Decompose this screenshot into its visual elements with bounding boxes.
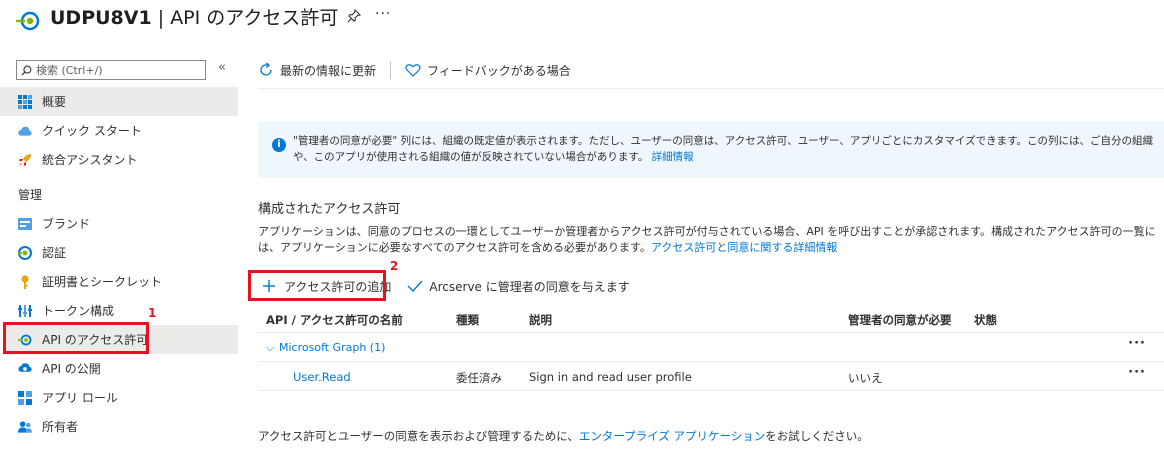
api-group-row[interactable]: ⌵ Microsoft Graph (1) ··· — [258, 334, 1164, 362]
sidebar-item-label: 概要 — [42, 95, 67, 109]
more-options-button[interactable]: ··· — [375, 6, 391, 22]
group-more-button[interactable]: ··· — [1128, 336, 1146, 351]
cloud-quickstart-icon — [18, 124, 32, 138]
info-banner: i "管理者の同意が必要" 列には、組織の既定値が表示されます。ただし、ユーザー… — [258, 121, 1164, 178]
sidebar-item-authentication[interactable]: 認証 — [0, 238, 238, 267]
permission-name-link[interactable]: User.Read — [293, 370, 351, 384]
cloud-expose-icon — [18, 362, 32, 376]
sidebar-item-certificates[interactable]: 証明書とシークレット — [0, 267, 238, 296]
sidebar-item-expose-api[interactable]: API の公開 — [0, 354, 238, 383]
sidebar-item-label: 所有者 — [42, 420, 79, 434]
info-text: "管理者の同意が必要" 列には、組織の既定値が表示されます。ただし、ユーザーの同… — [293, 133, 1159, 165]
sidebar-item-label: API の公開 — [42, 362, 101, 376]
admin-consent-required: いいえ — [848, 371, 883, 385]
key-icon — [18, 274, 32, 289]
sidebar-item-branding[interactable]: ブランド — [0, 209, 238, 238]
owners-icon — [18, 420, 32, 434]
info-icon: i — [272, 138, 286, 152]
overview-grid-icon — [18, 94, 32, 109]
command-bar: 最新の情報に更新 フィードバックがある場合 — [258, 58, 571, 82]
annotation-highlight-box — [3, 322, 149, 354]
permissions-table-header: API / アクセス許可の名前 種類 説明 管理者の同意が必要 状態 — [258, 306, 1164, 333]
search-icon — [21, 65, 32, 76]
configured-permissions-description: アプリケーションは、同意のプロセスの一環としてユーザーか管理者からアクセス許可が… — [258, 224, 1158, 256]
sidebar-item-overview[interactable]: 概要 — [0, 87, 238, 116]
table-row: User.Read 委任済み Sign in and read user pro… — [258, 363, 1164, 391]
enterprise-applications-link[interactable]: エンタープライズ アプリケーション — [579, 429, 765, 443]
title-separator: | — [151, 7, 171, 29]
grant-admin-consent-button[interactable]: Arcserve に管理者の同意を与えます — [407, 278, 630, 295]
section-manage-label: 管理 — [18, 188, 43, 202]
sidebar-item-label: トークン構成 — [42, 304, 115, 318]
info-message: "管理者の同意が必要" 列には、組織の既定値が表示されます。ただし、ユーザーの同… — [293, 135, 1154, 163]
search-input[interactable] — [36, 63, 196, 77]
app-registration-icon — [16, 11, 40, 31]
feedback-label: フィードバックがある場合 — [427, 63, 571, 78]
checkmark-icon — [407, 280, 423, 293]
annotation-number: 2 — [390, 259, 399, 273]
collapse-sidebar-button[interactable]: « — [218, 60, 226, 75]
page-title: UDPU8V1 | API のアクセス許可 — [50, 3, 338, 30]
sidebar-item-owners[interactable]: 所有者 — [0, 412, 238, 441]
permission-description: Sign in and read user profile — [529, 370, 692, 384]
sidebar-item-token-config[interactable]: トークン構成 — [0, 296, 238, 325]
rocket-icon — [18, 153, 32, 167]
branding-icon — [18, 217, 32, 231]
sidebar-item-label: クイック スタート — [42, 124, 142, 138]
sidebar-item-label: アプリ ロール — [42, 391, 118, 405]
search-box[interactable] — [16, 60, 206, 80]
refresh-button[interactable]: 最新の情報に更新 — [258, 62, 376, 79]
footer-suffix: をお試しください。 — [765, 429, 869, 443]
configured-permissions-heading: 構成されたアクセス許可 — [258, 202, 401, 217]
column-header-description[interactable]: 説明 — [529, 312, 552, 328]
page-name: API のアクセス許可 — [170, 7, 339, 29]
footer-note: アクセス許可とユーザーの同意を表示および管理するために、エンタープライズ アプリ… — [258, 428, 869, 444]
sidebar-item-label: 統合アシスタント — [42, 153, 138, 167]
grant-admin-consent-label: Arcserve に管理者の同意を与えます — [429, 279, 630, 294]
permission-type: 委任済み — [456, 371, 502, 385]
column-header-status[interactable]: 状態 — [974, 312, 997, 328]
learn-more-link[interactable]: 詳細情報 — [652, 151, 694, 163]
row-more-button[interactable]: ··· — [1128, 365, 1146, 380]
permissions-consent-link[interactable]: アクセス許可と同意に関する詳細情報 — [651, 241, 837, 254]
sidebar-item-app-roles[interactable]: アプリ ロール — [0, 383, 238, 412]
column-header-name[interactable]: API / アクセス許可の名前 — [266, 312, 403, 328]
api-group-name[interactable]: Microsoft Graph (1) — [279, 341, 385, 354]
sidebar-item-integration-assistant[interactable]: 統合アシスタント — [0, 145, 238, 174]
heart-icon — [405, 64, 421, 77]
refresh-label: 最新の情報に更新 — [280, 63, 377, 78]
annotation-highlight-box — [248, 270, 386, 301]
column-header-admin-consent[interactable]: 管理者の同意が必要 — [848, 312, 952, 328]
sidebar-item-label: 認証 — [42, 246, 67, 260]
annotation-number: 1 — [148, 306, 157, 320]
resource-name: UDPU8V1 — [50, 7, 152, 29]
toolbar-divider-line — [258, 88, 1164, 89]
app-roles-icon — [18, 390, 32, 405]
authentication-icon — [18, 245, 32, 260]
sidebar-item-quickstart[interactable]: クイック スタート — [0, 116, 238, 145]
sidebar-item-label: 証明書とシークレット — [42, 275, 163, 289]
footer-prefix: アクセス許可とユーザーの同意を表示および管理するために、 — [258, 429, 579, 443]
feedback-button[interactable]: フィードバックがある場合 — [405, 62, 571, 79]
toolbar-divider — [390, 61, 392, 79]
refresh-icon — [260, 62, 272, 76]
sidebar-item-label: ブランド — [42, 217, 91, 231]
column-header-type[interactable]: 種類 — [456, 312, 479, 328]
pin-icon[interactable] — [346, 8, 362, 24]
chevron-down-icon[interactable]: ⌵ — [266, 341, 274, 355]
token-bars-icon — [18, 304, 32, 318]
